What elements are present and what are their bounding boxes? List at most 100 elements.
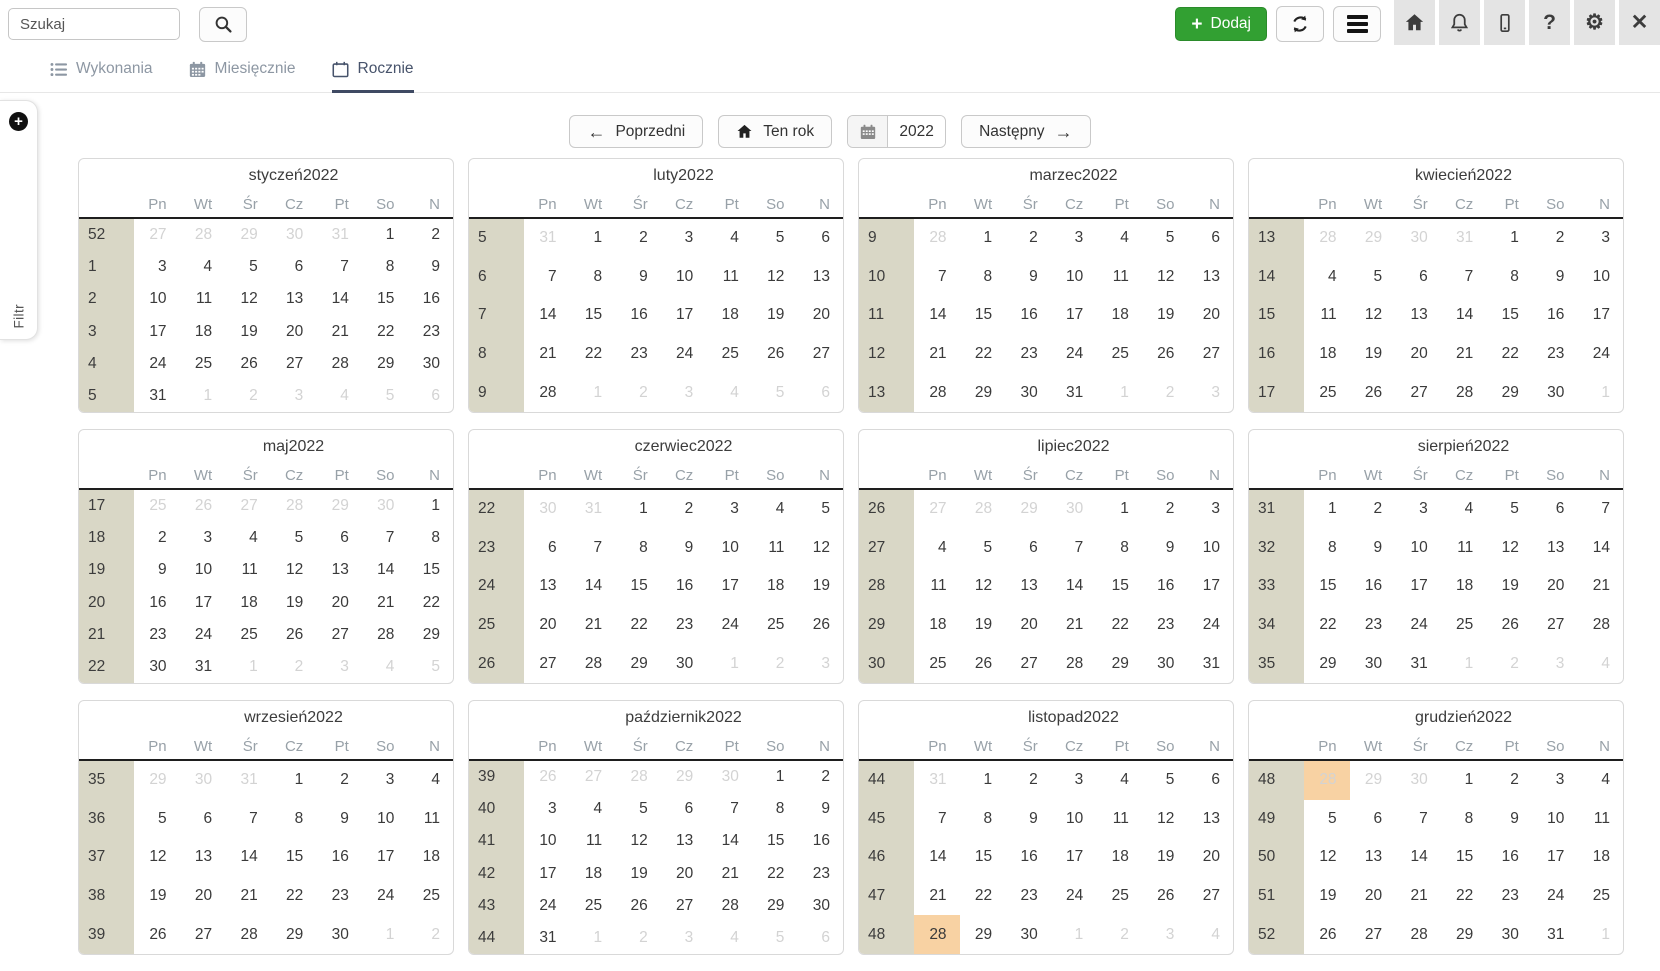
day-cell[interactable]: 26 [271, 619, 317, 651]
day-cell[interactable]: 14 [362, 554, 408, 586]
day-cell[interactable]: 31 [570, 490, 616, 529]
day-cell[interactable]: 19 [615, 858, 661, 890]
day-cell[interactable]: 29 [1441, 915, 1487, 954]
day-cell[interactable]: 19 [225, 316, 271, 348]
day-cell[interactable]: 2 [615, 219, 661, 258]
day-cell[interactable]: 24 [134, 348, 180, 380]
day-cell[interactable]: 2 [1005, 761, 1051, 800]
day-cell[interactable]: 28 [524, 373, 570, 412]
day-cell[interactable]: 19 [960, 606, 1006, 645]
day-cell[interactable]: 1 [752, 761, 798, 793]
day-cell[interactable]: 21 [524, 335, 570, 374]
day-cell[interactable]: 11 [1096, 800, 1142, 839]
day-cell[interactable]: 23 [1486, 877, 1532, 916]
day-cell[interactable]: 5 [407, 651, 453, 683]
day-cell[interactable]: 4 [706, 219, 752, 258]
day-cell[interactable]: 28 [914, 373, 960, 412]
day-cell[interactable]: 27 [1005, 644, 1051, 683]
day-cell[interactable]: 29 [134, 761, 180, 800]
day-cell[interactable]: 14 [225, 838, 271, 877]
day-cell[interactable]: 30 [1005, 915, 1051, 954]
day-cell[interactable]: 13 [797, 258, 843, 297]
day-cell[interactable]: 20 [180, 877, 226, 916]
day-cell[interactable]: 27 [180, 915, 226, 954]
day-cell[interactable]: 18 [225, 587, 271, 619]
day-cell[interactable]: 3 [1187, 373, 1233, 412]
day-cell[interactable]: 18 [914, 606, 960, 645]
day-cell[interactable]: 15 [960, 296, 1006, 335]
day-cell[interactable]: 5 [1486, 490, 1532, 529]
day-cell[interactable]: 1 [362, 219, 408, 251]
day-cell[interactable]: 22 [1441, 877, 1487, 916]
day-cell[interactable]: 15 [570, 296, 616, 335]
day-cell[interactable]: 8 [362, 251, 408, 283]
day-cell[interactable]: 26 [1486, 606, 1532, 645]
day-cell[interactable]: 3 [797, 644, 843, 683]
day-cell[interactable]: 6 [797, 219, 843, 258]
day-cell[interactable]: 6 [797, 373, 843, 412]
day-cell[interactable]: 8 [271, 800, 317, 839]
day-cell[interactable]: 29 [225, 219, 271, 251]
day-cell[interactable]: 31 [225, 761, 271, 800]
day-cell[interactable]: 29 [1304, 644, 1350, 683]
day-cell[interactable]: 18 [1441, 567, 1487, 606]
day-cell[interactable]: 8 [960, 800, 1006, 839]
day-cell[interactable]: 15 [752, 825, 798, 857]
day-cell[interactable]: 30 [180, 761, 226, 800]
day-cell[interactable]: 30 [1005, 373, 1051, 412]
day-cell[interactable]: 30 [1395, 761, 1441, 800]
day-cell[interactable]: 25 [1096, 877, 1142, 916]
day-cell[interactable]: 4 [914, 529, 960, 568]
day-cell[interactable]: 25 [752, 606, 798, 645]
day-cell[interactable]: 21 [914, 335, 960, 374]
day-cell[interactable]: 20 [1532, 567, 1578, 606]
day-cell[interactable]: 13 [1532, 529, 1578, 568]
day-cell[interactable]: 6 [1350, 800, 1396, 839]
day-cell[interactable]: 11 [706, 258, 752, 297]
day-cell[interactable]: 21 [914, 877, 960, 916]
day-cell[interactable]: 31 [1395, 644, 1441, 683]
day-cell[interactable]: 2 [316, 761, 362, 800]
day-cell[interactable]: 17 [1187, 567, 1233, 606]
day-cell[interactable]: 11 [914, 567, 960, 606]
day-cell[interactable]: 5 [960, 529, 1006, 568]
day-cell[interactable]: 9 [316, 800, 362, 839]
day-cell[interactable]: 13 [661, 825, 707, 857]
day-cell[interactable]: 14 [914, 838, 960, 877]
day-cell[interactable]: 7 [914, 800, 960, 839]
day-cell[interactable]: 17 [706, 567, 752, 606]
day-cell[interactable]: 9 [1486, 800, 1532, 839]
day-cell[interactable]: 18 [1577, 838, 1623, 877]
day-cell[interactable]: 31 [914, 761, 960, 800]
day-cell[interactable]: 28 [1051, 644, 1097, 683]
day-cell[interactable]: 12 [1304, 838, 1350, 877]
day-cell[interactable]: 30 [661, 644, 707, 683]
day-cell[interactable]: 16 [134, 587, 180, 619]
day-cell[interactable]: 14 [316, 283, 362, 315]
day-cell[interactable]: 26 [960, 644, 1006, 683]
day-cell[interactable]: 24 [1051, 877, 1097, 916]
day-cell[interactable]: 24 [706, 606, 752, 645]
day-cell[interactable]: 5 [615, 793, 661, 825]
day-cell[interactable]: 20 [1187, 296, 1233, 335]
day-cell[interactable]: 31 [134, 380, 180, 412]
day-cell[interactable]: 6 [524, 529, 570, 568]
day-cell[interactable]: 29 [316, 490, 362, 522]
day-cell[interactable]: 19 [1486, 567, 1532, 606]
day-cell[interactable]: 16 [797, 825, 843, 857]
day-cell[interactable]: 12 [271, 554, 317, 586]
day-cell[interactable]: 25 [407, 877, 453, 916]
day-cell[interactable]: 3 [1051, 761, 1097, 800]
day-cell[interactable]: 10 [180, 554, 226, 586]
day-cell[interactable]: 4 [1577, 644, 1623, 683]
day-cell[interactable]: 26 [1142, 335, 1188, 374]
day-cell[interactable]: 3 [661, 219, 707, 258]
day-cell[interactable]: 9 [1005, 258, 1051, 297]
day-cell[interactable]: 29 [362, 348, 408, 380]
day-cell[interactable]: 18 [1304, 335, 1350, 374]
day-cell[interactable]: 28 [1304, 219, 1350, 258]
day-cell[interactable]: 14 [1441, 296, 1487, 335]
day-cell[interactable]: 27 [1187, 335, 1233, 374]
day-cell[interactable]: 12 [1142, 800, 1188, 839]
day-cell[interactable]: 20 [1350, 877, 1396, 916]
